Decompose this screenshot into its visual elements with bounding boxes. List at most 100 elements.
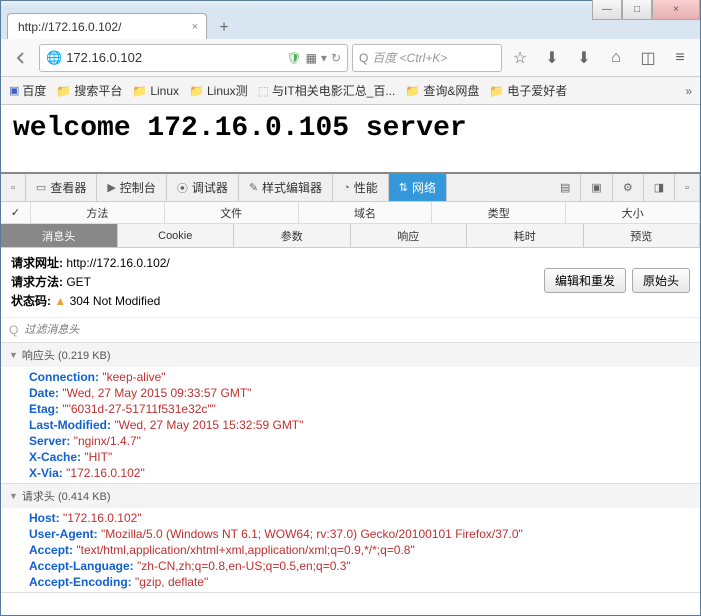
devtools-dock-button[interactable]: ▫ <box>1 174 26 201</box>
folder-icon: 📁 <box>489 84 504 98</box>
edit-resend-button[interactable]: 编辑和重发 <box>544 268 626 293</box>
url-bar[interactable]: 🌐 172.16.0.102 🛡 ▦ ▾ ↻ <box>39 44 348 72</box>
req-status-value: 304 Not Modified <box>70 294 161 308</box>
minimize-button[interactable]: — <box>592 0 622 20</box>
col-status[interactable]: ✓ <box>1 202 31 223</box>
back-button[interactable] <box>7 44 35 72</box>
console-icon: ▶ <box>107 181 115 194</box>
header-row: Last-Modified: "Wed, 27 May 2015 15:32:5… <box>29 417 700 433</box>
col-method[interactable]: 方法 <box>31 202 165 223</box>
home-icon[interactable]: ⌂ <box>602 44 630 72</box>
subtab-response[interactable]: 响应 <box>351 224 468 247</box>
header-key: Server: <box>29 434 70 448</box>
page-heading: welcome 172.16.0.105 server <box>13 113 688 144</box>
browser-window: — □ × http://172.16.0.102/ × + 🌐 172.16.… <box>0 0 701 616</box>
browser-tab[interactable]: http://172.16.0.102/ × <box>7 13 207 39</box>
request-headers-toggle[interactable]: ▼ 请求头 (0.414 KB) <box>1 484 700 508</box>
devtools-panel: ▫ ▭查看器 ▶控制台 ⦿调试器 ✎样式编辑器 ◔性能 ⇅网络 ▤ ▣ ⚙ ◨ … <box>1 172 700 615</box>
subtab-preview[interactable]: 预览 <box>584 224 701 247</box>
gear-icon: ⚙ <box>623 181 633 194</box>
tab-style-editor[interactable]: ✎样式编辑器 <box>239 174 333 201</box>
subtab-timing[interactable]: 耗时 <box>467 224 584 247</box>
bookmark-item[interactable]: 📁电子爱好者 <box>489 82 567 99</box>
devtools-tabs: ▫ ▭查看器 ▶控制台 ⦿调试器 ✎样式编辑器 ◔性能 ⇅网络 ▤ ▣ ⚙ ◨ … <box>1 174 700 202</box>
bookmark-item[interactable]: ▣百度 <box>9 82 46 99</box>
debugger-icon: ⦿ <box>177 180 188 196</box>
new-tab-button[interactable]: + <box>211 17 237 39</box>
pocket-icon[interactable]: ⬇ <box>538 44 566 72</box>
apps-icon[interactable]: ◫ <box>634 44 662 72</box>
folder-icon: 📁 <box>132 84 147 98</box>
bookmark-item[interactable]: ⬚与IT相关电影汇总_百... <box>258 82 396 99</box>
col-domain[interactable]: 域名 <box>299 202 433 223</box>
tab-network[interactable]: ⇅网络 <box>389 174 447 201</box>
raw-headers-button[interactable]: 原始头 <box>632 268 690 293</box>
header-row: Accept-Language: "zh-CN,zh;q=0.8,en-US;q… <box>29 558 700 574</box>
reload-icon[interactable]: ↻ <box>331 51 341 65</box>
search-icon: Q <box>359 51 368 65</box>
menu-icon[interactable]: ≡ <box>666 44 694 72</box>
tab-debugger[interactable]: ⦿调试器 <box>167 174 239 201</box>
folder-icon: 📁 <box>405 84 420 98</box>
folder-icon: 📁 <box>56 84 71 98</box>
header-row: X-Cache: "HIT" <box>29 449 700 465</box>
triangle-down-icon: ▼ <box>9 491 18 501</box>
bookmark-bar: ▣百度 📁搜索平台 📁Linux 📁Linux测 ⬚与IT相关电影汇总_百...… <box>1 77 700 105</box>
tab-inspector[interactable]: ▭查看器 <box>26 174 97 201</box>
grid-icon[interactable]: ▦ <box>306 51 317 65</box>
subtab-cookie[interactable]: Cookie <box>118 224 235 247</box>
network-icon: ⇅ <box>399 181 408 194</box>
tab-performance[interactable]: ◔性能 <box>333 174 389 201</box>
maximize-button[interactable]: □ <box>622 0 652 20</box>
header-key: Date: <box>29 386 59 400</box>
col-size[interactable]: 大小 <box>566 202 700 223</box>
tab-console[interactable]: ▶控制台 <box>97 174 166 201</box>
bookmark-item[interactable]: 📁Linux <box>132 84 179 98</box>
response-headers-toggle[interactable]: ▼ 响应头 (0.219 KB) <box>1 343 700 367</box>
star-icon[interactable]: ☆ <box>506 44 534 72</box>
header-key: User-Agent: <box>29 527 98 541</box>
header-value: ""6031d-27-51711f531e32c"" <box>59 402 216 416</box>
bookmark-item[interactable]: 📁查询&网盘 <box>405 82 479 99</box>
bookmark-item[interactable]: 📁搜索平台 <box>56 82 122 99</box>
dock-side-icon: ◨ <box>654 181 664 194</box>
subtab-headers[interactable]: 消息头 <box>1 224 118 247</box>
dropdown-icon[interactable]: ▾ <box>321 51 327 65</box>
tab-close-icon[interactable]: × <box>192 21 198 33</box>
devtools-close[interactable]: ▫ <box>675 174 700 201</box>
bookmark-overflow-icon[interactable]: » <box>685 84 692 98</box>
header-row: Accept-Encoding: "gzip, deflate" <box>29 574 700 590</box>
close-window-button[interactable]: × <box>652 0 700 20</box>
header-key: Accept-Language: <box>29 559 134 573</box>
navigation-bar: 🌐 172.16.0.102 🛡 ▦ ▾ ↻ Q 百度 <Ctrl+K> ☆ ⬇… <box>1 39 700 77</box>
content-area: welcome 172.16.0.105 server ▫ ▭查看器 ▶控制台 … <box>1 105 700 615</box>
search-bar[interactable]: Q 百度 <Ctrl+K> <box>352 44 502 72</box>
col-type[interactable]: 类型 <box>432 202 566 223</box>
download-icon[interactable]: ⬇ <box>570 44 598 72</box>
header-row: User-Agent: "Mozilla/5.0 (Windows NT 6.1… <box>29 526 700 542</box>
req-status-label: 状态码: <box>11 294 51 308</box>
page-body: welcome 172.16.0.105 server <box>1 105 700 152</box>
bookmark-item[interactable]: 📁Linux测 <box>189 82 248 99</box>
shield-icon[interactable]: 🛡 <box>286 51 301 65</box>
req-method-value: GET <box>66 275 91 289</box>
response-headers-section: ▼ 响应头 (0.219 KB) Connection: "keep-alive… <box>1 343 700 484</box>
header-value: "172.16.0.102" <box>60 511 142 525</box>
header-key: Connection: <box>29 370 99 384</box>
filter-row: Q <box>1 318 700 343</box>
response-headers-list: Connection: "keep-alive"Date: "Wed, 27 M… <box>1 367 700 483</box>
devtools-settings[interactable]: ⚙ <box>613 174 644 201</box>
header-key: Last-Modified: <box>29 418 111 432</box>
folder-icon: 📁 <box>189 84 204 98</box>
devtools-toggle-2[interactable]: ▣ <box>581 174 612 201</box>
col-file[interactable]: 文件 <box>165 202 299 223</box>
panel-icon: ▤ <box>560 181 570 194</box>
header-key: Accept: <box>29 543 73 557</box>
filter-input[interactable] <box>22 322 692 338</box>
globe-icon: 🌐 <box>46 50 62 66</box>
devtools-dock-side[interactable]: ◨ <box>644 174 675 201</box>
url-text: 172.16.0.102 <box>66 50 282 65</box>
devtools-toggle-1[interactable]: ▤ <box>550 174 581 201</box>
header-value: "HIT" <box>81 450 112 464</box>
subtab-params[interactable]: 参数 <box>234 224 351 247</box>
